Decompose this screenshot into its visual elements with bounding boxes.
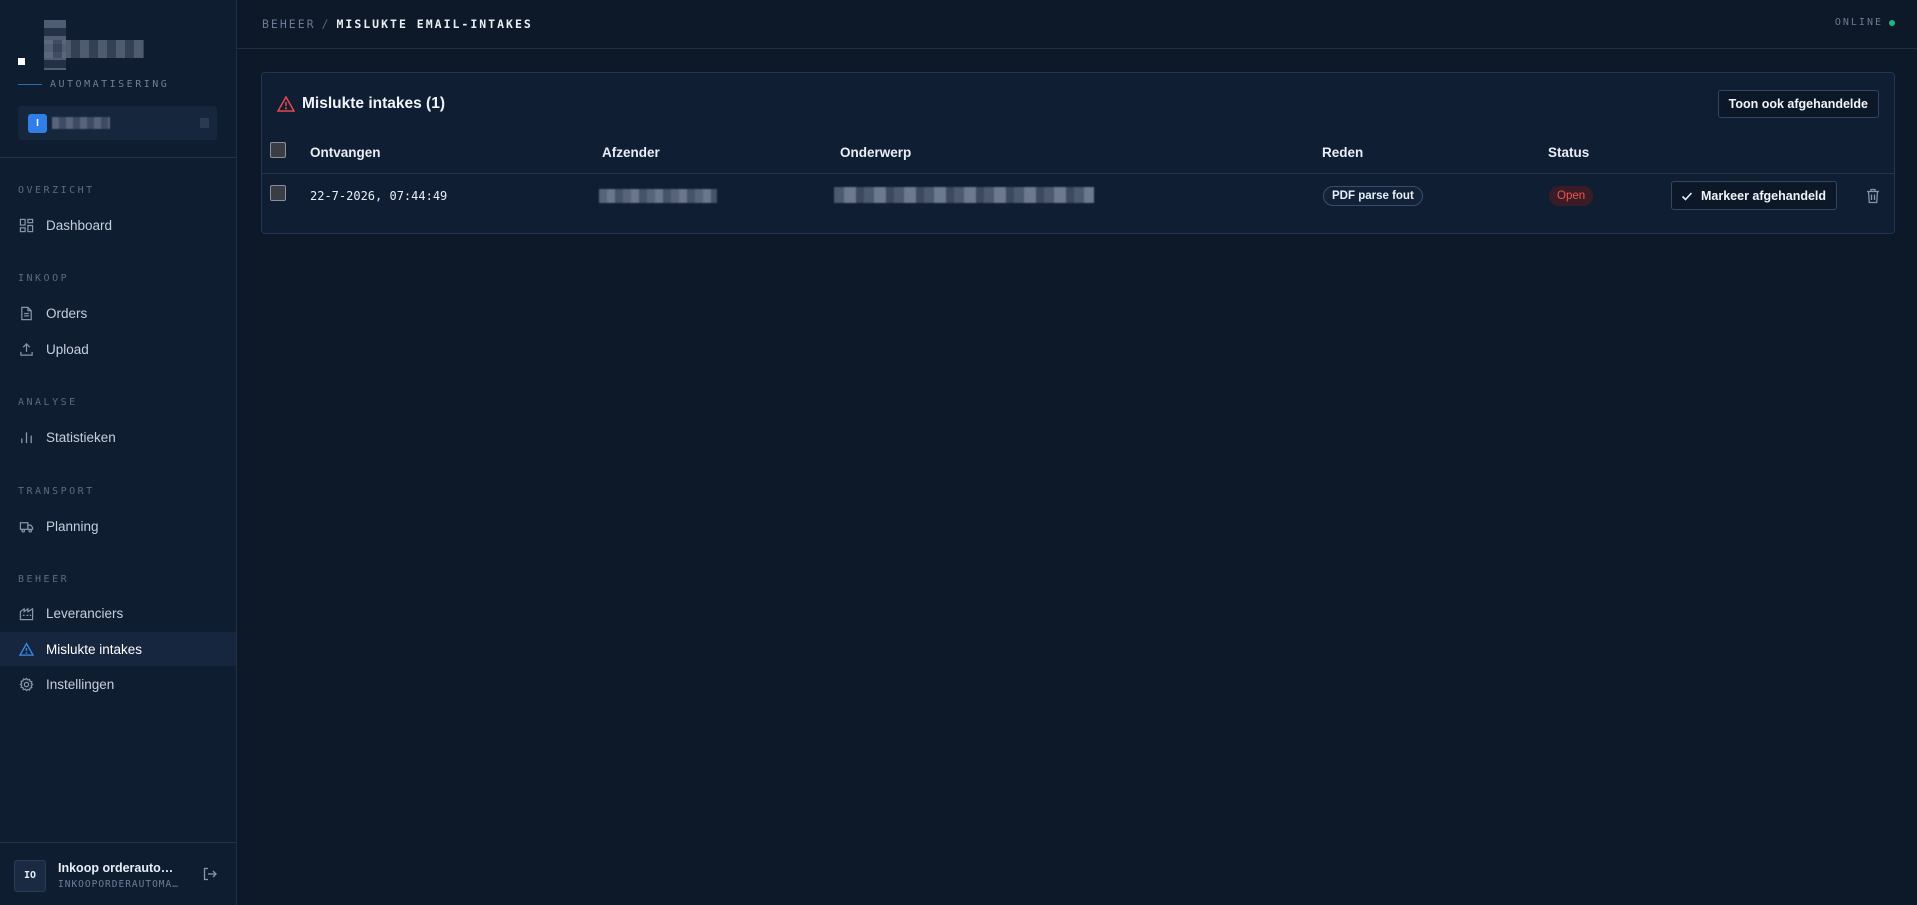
row-sender-redacted bbox=[599, 189, 717, 203]
workspace-badge: I bbox=[28, 114, 47, 133]
row-checkbox[interactable] bbox=[270, 185, 286, 201]
topbar: BEHEER / MISLUKTE EMAIL-INTAKES ONLINE bbox=[237, 0, 1917, 49]
sidebar-item-label: Planning bbox=[46, 518, 99, 534]
failed-intakes-card: Mislukte intakes (1) Toon ook afgehandel… bbox=[261, 72, 1895, 234]
sidebar-item-planning[interactable]: Planning bbox=[0, 509, 236, 543]
app-logo[interactable] bbox=[18, 18, 218, 70]
sidebar-item-label: Dashboard bbox=[46, 217, 113, 233]
avatar[interactable]: IO bbox=[14, 860, 46, 892]
section-label-analyse: ANALYSE bbox=[18, 397, 78, 408]
column-header-received[interactable]: Ontvangen bbox=[310, 145, 381, 160]
mark-handled-button[interactable]: Markeer afgehandeld bbox=[1671, 181, 1838, 210]
row-subject-redacted bbox=[834, 187, 1094, 203]
connection-status: ONLINE bbox=[1834, 17, 1883, 28]
section-label-beheer: BEHEER bbox=[18, 574, 70, 585]
breadcrumb-separator: / bbox=[321, 17, 331, 31]
sidebar-item-dashboard[interactable]: Dashboard bbox=[0, 208, 236, 242]
sidebar-item-label: Mislukte intakes bbox=[46, 641, 143, 657]
mark-handled-label: Markeer afgehandeld bbox=[1701, 188, 1827, 203]
trash-icon[interactable] bbox=[1864, 187, 1882, 205]
logo-mark bbox=[18, 58, 25, 65]
status-dot-icon bbox=[1889, 20, 1895, 26]
sidebar: AUTOMATISERING I OVERZICHT Dashboard INK… bbox=[0, 0, 237, 905]
document-icon bbox=[18, 305, 34, 321]
user-email: INKOOPORDERAUTOMA… bbox=[58, 879, 179, 890]
sidebar-item-instellingen[interactable]: Instellingen bbox=[0, 667, 236, 701]
column-header-reason[interactable]: Reden bbox=[1322, 145, 1363, 160]
truck-icon bbox=[18, 518, 34, 534]
workspace-name-redacted bbox=[52, 117, 110, 129]
header-divider bbox=[262, 173, 1894, 174]
section-label-inkoop: INKOOP bbox=[18, 273, 70, 284]
app-subtitle: AUTOMATISERING bbox=[50, 79, 170, 90]
section-label-transport: TRANSPORT bbox=[18, 486, 95, 497]
user-name: Inkoop orderautoma… bbox=[58, 861, 184, 875]
dashboard-icon bbox=[18, 217, 34, 233]
logout-icon[interactable] bbox=[202, 866, 218, 882]
sidebar-item-mislukte-intakes[interactable]: Mislukte intakes bbox=[0, 632, 236, 666]
sidebar-item-leveranciers[interactable]: Leveranciers bbox=[0, 596, 236, 630]
card-title: Mislukte intakes (1) bbox=[302, 95, 445, 112]
warning-icon bbox=[276, 95, 296, 113]
section-label-overzicht: OVERZICHT bbox=[18, 185, 95, 196]
user-profile: IO Inkoop orderautoma… INKOOPORDERAUTOMA… bbox=[0, 842, 236, 905]
gear-icon bbox=[18, 676, 34, 692]
reason-badge: PDF parse fout bbox=[1323, 186, 1423, 206]
sidebar-item-label: Statistieken bbox=[46, 429, 116, 445]
sidebar-item-statistieken[interactable]: Statistieken bbox=[0, 420, 236, 454]
select-all-checkbox[interactable] bbox=[270, 142, 286, 158]
sidebar-item-upload[interactable]: Upload bbox=[0, 332, 236, 366]
row-received: 22-7-2026, 07:44:49 bbox=[310, 189, 448, 203]
sidebar-item-label: Upload bbox=[46, 341, 89, 357]
sidebar-item-label: Instellingen bbox=[46, 676, 115, 692]
check-icon bbox=[1680, 189, 1694, 203]
sidebar-item-label: Leveranciers bbox=[46, 605, 124, 621]
subtitle-accent-line bbox=[18, 84, 42, 85]
chevron-icon bbox=[200, 118, 209, 128]
building-icon bbox=[18, 605, 34, 621]
breadcrumb-current: MISLUKTE EMAIL-INTAKES bbox=[336, 17, 533, 31]
sidebar-item-orders[interactable]: Orders bbox=[0, 296, 236, 330]
upload-icon bbox=[18, 341, 34, 357]
status-badge: Open bbox=[1549, 186, 1594, 206]
column-header-sender[interactable]: Afzender bbox=[602, 145, 660, 160]
sidebar-item-label: Orders bbox=[46, 305, 88, 321]
breadcrumb-parent[interactable]: BEHEER bbox=[262, 17, 316, 31]
workspace-switcher[interactable]: I bbox=[18, 106, 217, 140]
sidebar-divider bbox=[0, 157, 236, 158]
show-handled-button[interactable]: Toon ook afgehandelde bbox=[1717, 90, 1879, 118]
bar-chart-icon bbox=[18, 429, 34, 445]
breadcrumb: BEHEER / MISLUKTE EMAIL-INTAKES bbox=[262, 17, 533, 31]
warning-icon bbox=[18, 641, 34, 657]
logo-text-redacted bbox=[44, 40, 144, 58]
column-header-status[interactable]: Status bbox=[1548, 145, 1589, 160]
column-header-subject[interactable]: Onderwerp bbox=[840, 145, 911, 160]
